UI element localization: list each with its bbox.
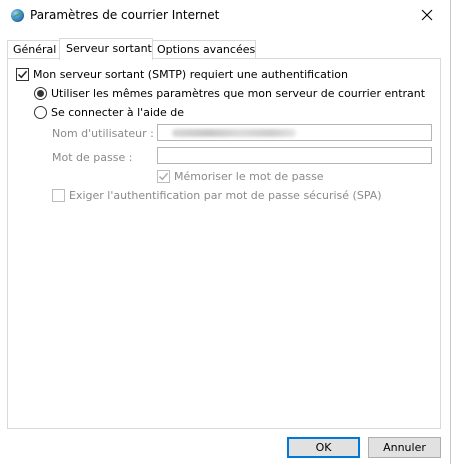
ok-button[interactable]: OK [287, 437, 360, 458]
use-same-settings-radio[interactable] [34, 87, 47, 100]
checkmark-icon [17, 70, 28, 79]
smtp-auth-label: Mon serveur sortant (SMTP) requiert une … [33, 68, 348, 81]
remember-password-checkbox[interactable] [157, 170, 170, 183]
spa-checkbox[interactable] [52, 189, 65, 202]
spa-label: Exiger l'authentification par mot de pas… [69, 189, 382, 202]
remember-password-row[interactable]: Mémoriser le mot de passe [157, 170, 324, 183]
remember-password-label: Mémoriser le mot de passe [174, 170, 324, 183]
password-field[interactable] [157, 147, 432, 164]
window-title: Paramètres de courrier Internet [30, 8, 220, 22]
connect-using-row[interactable]: Se connecter à l'aide de [34, 106, 184, 119]
tab-outgoing-server[interactable]: Serveur sortant [59, 38, 153, 60]
username-label: Nom d'utilisateur : [52, 127, 154, 140]
cancel-button[interactable]: Annuler [368, 437, 441, 458]
outgoing-server-panel: Mon serveur sortant (SMTP) requiert une … [7, 58, 441, 429]
connect-using-radio[interactable] [34, 106, 47, 119]
use-same-settings-row[interactable]: Utiliser les mêmes paramètres que mon se… [34, 87, 425, 100]
outlook-globe-icon [11, 9, 24, 22]
redacted-username [172, 129, 296, 137]
checkmark-icon [159, 172, 169, 181]
username-field[interactable] [157, 124, 432, 141]
close-icon [421, 9, 433, 21]
spa-row[interactable]: Exiger l'authentification par mot de pas… [52, 189, 382, 202]
internet-mail-settings-dialog: Paramètres de courrier Internet Général … [0, 0, 451, 464]
connect-using-label: Se connecter à l'aide de [51, 106, 184, 119]
title-bar: Paramètres de courrier Internet [0, 0, 450, 31]
tab-advanced-options[interactable]: Options avancées [151, 40, 256, 59]
smtp-auth-row[interactable]: Mon serveur sortant (SMTP) requiert une … [16, 68, 348, 81]
tab-general[interactable]: Général [7, 40, 63, 59]
smtp-auth-checkbox[interactable] [16, 68, 29, 81]
close-button[interactable] [412, 3, 442, 27]
use-same-settings-label: Utiliser les mêmes paramètres que mon se… [51, 87, 426, 100]
password-label: Mot de passe : [52, 151, 133, 164]
